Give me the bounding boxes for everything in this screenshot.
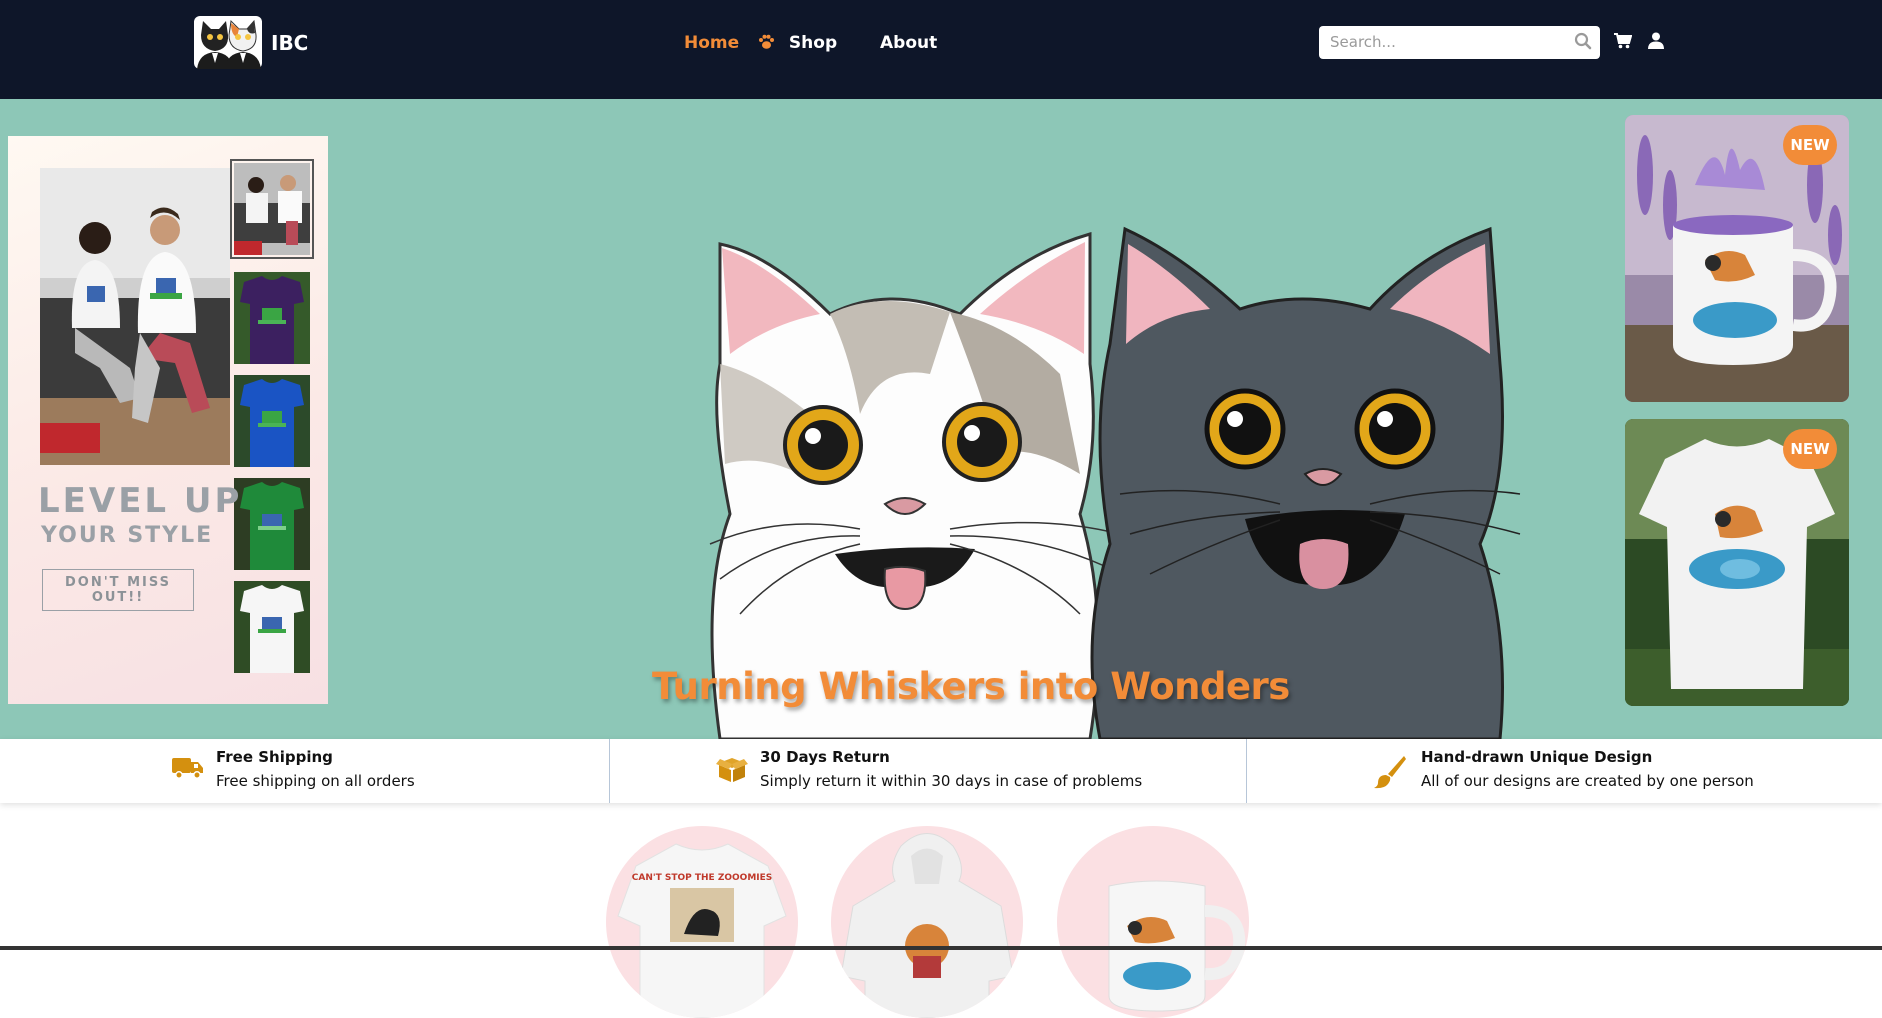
feature-title: 30 Days Return xyxy=(760,748,890,766)
promo-subheadline: YOUR STYLE xyxy=(41,523,214,548)
new-product-card-mug[interactable]: NEW xyxy=(1625,115,1849,402)
category-tshirt-image: CAN'T STOP THE ZOOOMIES xyxy=(617,843,787,1018)
feature-subtitle: All of our designs are created by one pe… xyxy=(1421,772,1754,790)
feature-divider xyxy=(609,739,610,803)
promo-panel[interactable]: LEVEL UP YOUR STYLE DON'T MISS OUT!! xyxy=(8,136,328,704)
search-input[interactable] xyxy=(1328,32,1572,52)
feature-title: Hand-drawn Unique Design xyxy=(1421,748,1653,766)
nav-shop[interactable]: Shop xyxy=(758,33,837,53)
feature-subtitle: Free shipping on all orders xyxy=(216,772,415,790)
brand-name[interactable]: IBC xyxy=(271,31,308,55)
user-icon[interactable] xyxy=(1648,32,1664,53)
thumbnail-green[interactable] xyxy=(234,478,310,570)
new-badge: NEW xyxy=(1783,125,1837,165)
box-icon xyxy=(716,755,748,787)
hero-banner: LEVEL UP YOUR STYLE DON'T MISS OUT!! Tur… xyxy=(0,99,1882,739)
paw-icon xyxy=(758,33,781,53)
thumbnail-blue[interactable] xyxy=(234,375,310,467)
logo-cats-icon[interactable] xyxy=(193,15,263,70)
cartoon-cats-illustration xyxy=(709,226,1521,739)
features-bar: Free Shipping Free shipping on all order… xyxy=(0,739,1882,803)
nav-about[interactable]: About xyxy=(880,33,937,53)
feature-subtitle: Simply return it within 30 days in case … xyxy=(760,772,1143,790)
category-tshirts[interactable]: CAN'T STOP THE ZOOOMIES xyxy=(606,826,798,1018)
top-navbar: IBC Home Shop About xyxy=(0,0,1882,99)
bottom-border xyxy=(0,946,1882,950)
dont-miss-out-button[interactable]: DON'T MISS OUT!! xyxy=(42,569,194,611)
promo-headline: LEVEL UP xyxy=(38,481,243,521)
hero-tagline: Turning Whiskers into Wonders xyxy=(652,665,1290,708)
search-box xyxy=(1319,26,1600,59)
new-product-card-tshirt[interactable]: NEW xyxy=(1625,419,1849,706)
tshirt-print-text: CAN'T STOP THE ZOOOMIES xyxy=(632,873,773,883)
thumbnail-white[interactable] xyxy=(230,159,314,259)
category-hoodie-image xyxy=(840,833,1014,1018)
cart-icon[interactable] xyxy=(1614,32,1633,53)
brush-icon xyxy=(1374,755,1406,793)
couple-tshirt-photo xyxy=(40,168,230,465)
nav-home[interactable]: Home xyxy=(684,33,739,53)
nav-shop-label: Shop xyxy=(788,33,838,53)
category-mugs[interactable] xyxy=(1057,826,1249,1018)
category-mug-image xyxy=(1108,880,1246,1012)
category-hoodies[interactable] xyxy=(831,826,1023,1018)
thumbnail-purple[interactable] xyxy=(234,272,310,364)
feature-title: Free Shipping xyxy=(216,748,333,766)
thumbnail-white-2[interactable] xyxy=(234,581,310,673)
truck-icon xyxy=(172,755,204,785)
feature-divider xyxy=(1246,739,1247,803)
new-badge: NEW xyxy=(1783,429,1837,469)
search-icon[interactable] xyxy=(1574,32,1592,54)
